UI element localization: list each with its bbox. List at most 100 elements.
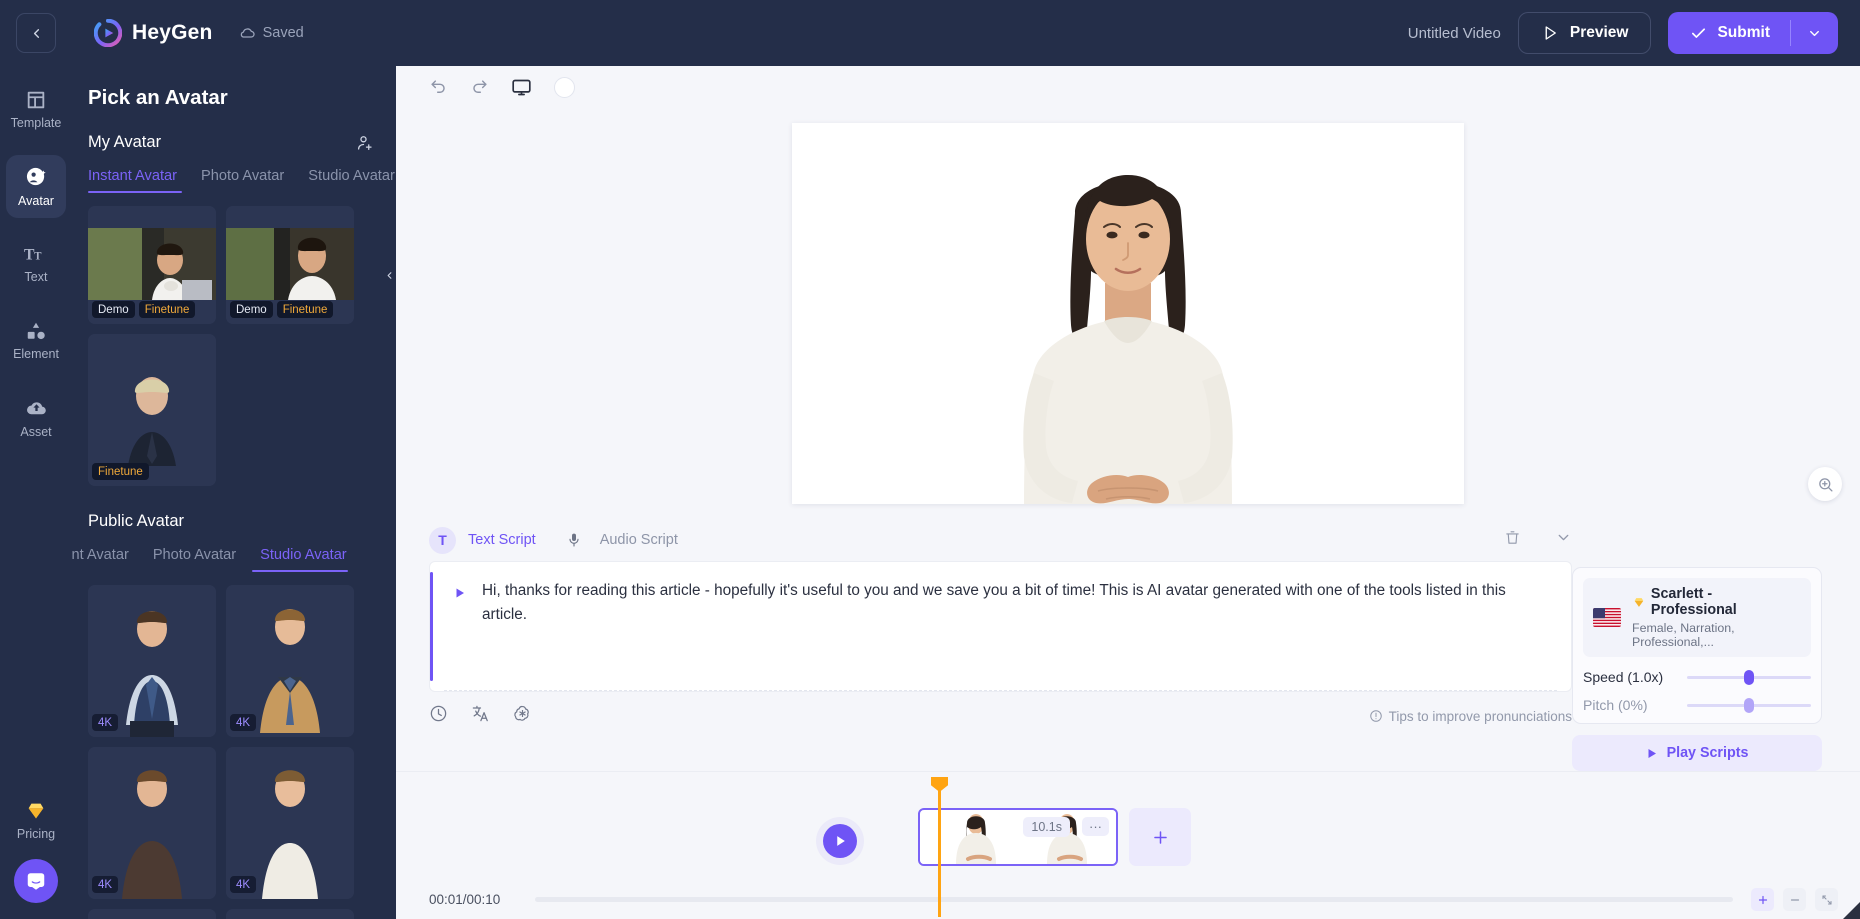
tab-text-script[interactable]: Text Script [468,532,536,548]
saved-status: Saved [239,25,304,42]
avatar-card[interactable]: Demo Finetune [88,206,216,324]
tab-public-photo-avatar[interactable]: Photo Avatar [153,547,236,572]
monitor-icon [512,79,531,95]
avatar-card[interactable]: 4K [226,747,354,899]
brand-name: HeyGen [132,21,213,44]
voice-selector[interactable]: Scarlett - Professional Female, Narratio… [1583,578,1811,657]
plus-icon [1758,895,1767,904]
badge-finetune: Finetune [138,301,196,318]
submit-dropdown-button[interactable] [1791,12,1838,54]
tab-photo-avatar[interactable]: Photo Avatar [201,168,284,193]
badge-4k: 4K [230,876,257,893]
tab-studio-avatar[interactable]: Studio Avatar [308,168,395,193]
speed-slider-knob[interactable] [1744,669,1754,685]
badge-row: 4K [92,714,119,731]
voice-panel: Scarlett - Professional Female, Narratio… [1572,519,1836,771]
timeline-fit-button[interactable] [1815,888,1838,911]
avatar-card[interactable]: Finetune [88,334,216,486]
script-accent-bar [430,572,433,681]
sidebar-item-avatar[interactable]: Avatar [6,155,66,218]
delete-script-button[interactable] [1504,529,1521,551]
sidebar-item-asset[interactable]: Asset [6,386,66,449]
pitch-slider-knob[interactable] [1744,697,1754,713]
pricing-button[interactable]: Pricing [17,800,55,841]
window-resize-corner[interactable] [1843,902,1860,919]
add-clip-button[interactable] [1129,808,1191,866]
clip-duration: 10.1s [1023,817,1070,837]
background-color-button[interactable] [554,76,575,98]
avatar-card[interactable] [226,909,354,919]
play-line-button[interactable] [454,586,466,605]
canvas-zoom-button[interactable] [1808,467,1842,501]
timeline-zoom-in-button[interactable] [1751,888,1774,911]
avatar-panel: Pick an Avatar My Avatar Instant Avatar … [72,66,396,919]
avatar-card[interactable]: Demo Finetune [226,206,354,324]
speed-slider[interactable] [1687,669,1811,685]
play-scripts-button[interactable]: Play Scripts [1572,735,1822,771]
clip-more-button[interactable]: ··· [1082,817,1109,836]
sidebar-item-template[interactable]: Template [6,78,66,141]
tab-public-instant-avatar[interactable]: stant Avatar [72,547,129,572]
trash-icon [1506,531,1519,544]
badge-4k: 4K [230,714,257,731]
text-icon: TT [24,247,42,264]
panel-collapse-button[interactable] [382,252,396,298]
sidebar-item-text[interactable]: TT Text [6,232,66,295]
tab-public-studio-avatar[interactable]: Studio Avatar [260,547,347,572]
preview-button[interactable]: Preview [1517,12,1652,54]
aspect-ratio-button[interactable] [511,77,532,98]
voice-tags: Female, Narration, Professional,... [1632,621,1735,649]
timeline-zoom-out-button[interactable] [1783,888,1806,911]
undo-button[interactable] [429,78,448,97]
translate-icon [472,705,488,722]
timeline-play-button[interactable] [823,824,857,858]
play-triangle-icon [1648,748,1656,758]
script-editor[interactable]: Hi, thanks for reading this article - ho… [429,561,1572,692]
text-script-icon: T [429,526,456,554]
duration-button[interactable] [429,704,448,728]
avatar-card[interactable]: 4K [88,585,216,737]
redo-icon [473,79,487,93]
redo-button[interactable] [470,78,489,97]
collapse-script-button[interactable] [1555,529,1572,551]
ai-assistant-button[interactable] [513,704,532,728]
script-text[interactable]: Hi, thanks for reading this article - ho… [430,562,1571,626]
openai-icon [514,705,529,721]
tab-instant-avatar[interactable]: Instant Avatar [88,168,177,193]
clock-icon [430,705,447,722]
script-divider [444,690,1557,691]
back-button[interactable] [16,13,56,53]
translate-button[interactable] [471,704,490,728]
chat-support-button[interactable] [14,859,58,903]
sidebar-item-element[interactable]: Element [6,309,66,372]
video-title[interactable]: Untitled Video [1408,25,1501,42]
script-left: T Text Script Audio Script Hi, thanks fo… [429,519,1572,771]
sidebar-label-avatar: Avatar [18,193,54,208]
pronunciation-tips[interactable]: Tips to improve pronunciations [1369,709,1572,724]
pitch-slider[interactable] [1687,697,1811,713]
tab-audio-script[interactable]: Audio Script [600,532,678,548]
timeline-scrollbar[interactable] [535,897,1733,902]
playhead-handle[interactable] [931,777,948,792]
video-canvas[interactable] [792,123,1464,504]
timeline-clip[interactable]: 10.1s ··· [918,808,1118,866]
public-avatar-label: Public Avatar [88,512,185,530]
submit-button-group[interactable]: Submit [1668,12,1838,54]
microphone-icon[interactable] [566,532,582,548]
avatar-card[interactable] [88,909,216,919]
submit-button[interactable]: Submit [1668,12,1790,54]
avatar-card[interactable]: 4K [88,747,216,899]
timeline-playhead[interactable] [931,777,948,917]
avatar-card[interactable]: 4K [226,585,354,737]
voice-name: Scarlett - Professional [1650,586,1737,618]
sidebar-label-template: Template [10,116,62,130]
add-user-button[interactable] [356,134,374,152]
pitch-label: Pitch (0%) [1583,697,1648,713]
public-avatar-grid: 4K 4K 4K 4K [88,585,396,919]
canvas-stage [396,108,1860,513]
badge-4k: 4K [92,876,119,893]
badge-demo: Demo [230,301,273,318]
cloud-check-icon [240,27,255,38]
page-title: Pick an Avatar [88,86,228,109]
template-icon [27,91,45,109]
